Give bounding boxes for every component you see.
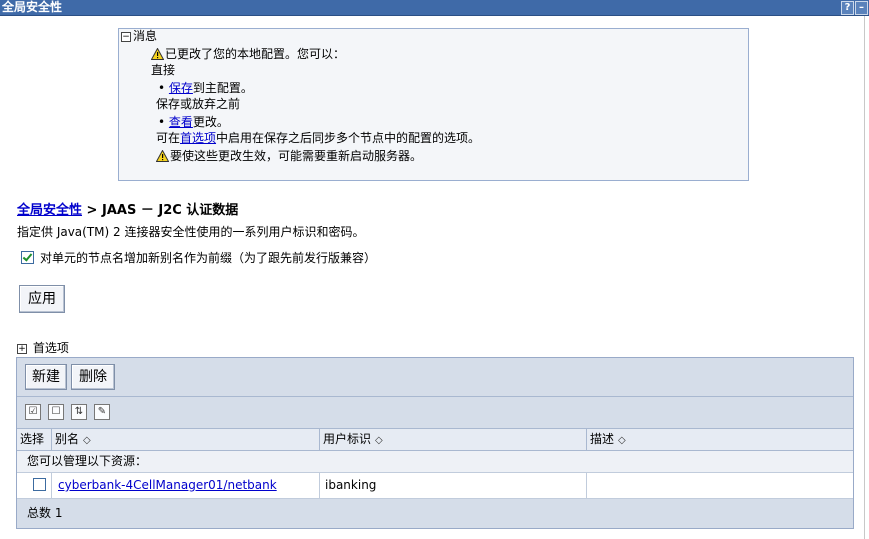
message-line2: 直接 (151, 63, 176, 77)
column-description[interactable]: 描述 ◇ (587, 429, 853, 450)
message-line-changed: 已更改了您的本地配置。您可以： (151, 46, 345, 63)
delete-button[interactable]: 删除 (71, 364, 115, 390)
review-link[interactable]: 查看 (169, 115, 193, 129)
restart-text: 要使这些更改生效，可能需要重新启动服务器。 (170, 149, 423, 163)
message-save-item: • 保存到主配置。 (158, 80, 253, 97)
breadcrumb: 全局安全性 > JAAS － J2C 认证数据 (17, 199, 238, 218)
select-all-icon[interactable]: ☑ (25, 404, 41, 420)
preferences-label: 首选项 (32, 341, 69, 355)
filter-icon[interactable]: ⇅ (71, 404, 87, 420)
preferences-toggle[interactable]: + 首选项 (17, 339, 69, 356)
minimize-button[interactable]: – (855, 1, 868, 15)
pref-prefix: 可在 (156, 131, 181, 145)
column-select: 选择 (17, 429, 52, 450)
alias-cell: cyberbank-4CellManager01/netbank (52, 473, 320, 498)
column-user-id[interactable]: 用户标识 ◇ (320, 429, 587, 450)
new-button[interactable]: 新建 (25, 364, 67, 390)
total-label: 总数 (27, 506, 52, 520)
expand-icon[interactable]: + (17, 344, 27, 354)
help-button[interactable]: ? (841, 1, 854, 15)
bullet: • (158, 115, 169, 129)
column-alias-label: 别名 (55, 432, 80, 446)
warning-icon (151, 48, 164, 60)
message-review-item: • 查看更改。 (158, 114, 229, 131)
message-header-label: 消息 (133, 29, 158, 43)
row-select-cell (17, 473, 52, 498)
pref-suffix: 中启用在保存之后同步多个节点中的配置的选项。 (216, 131, 481, 145)
row-checkbox[interactable] (33, 478, 46, 491)
table-header: 选择 别名 ◇ 用户标识 ◇ 描述 ◇ (17, 429, 853, 451)
message-box: − 消息 已更改了您的本地配置。您可以： 直接 • 保存到主配置。 保存或放弃之前… (118, 28, 749, 181)
right-border (864, 16, 865, 539)
action-toolbar: 新建 删除 (17, 358, 853, 397)
sort-icon[interactable]: ◇ (375, 435, 383, 446)
page-description: 指定供 Java(TM) 2 连接器安全性使用的一系列用户标识和密码。 (17, 225, 365, 239)
column-description-label: 描述 (590, 432, 615, 446)
save-link[interactable]: 保存 (169, 81, 193, 95)
breadcrumb-global-security-link[interactable]: 全局安全性 (17, 203, 82, 218)
review-suffix: 更改。 (192, 115, 229, 129)
prefix-checkbox-label: 对单元的节点名增加新别名作为前缀（为了跟先前发行版兼容） (40, 251, 377, 265)
prefix-checkbox-row[interactable]: 对单元的节点名增加新别名作为前缀（为了跟先前发行版兼容） (21, 249, 376, 266)
apply-button[interactable]: 应用 (19, 285, 65, 313)
message-restart-line: 要使这些更改生效，可能需要重新启动服务器。 (156, 148, 422, 165)
breadcrumb-current: JAAS － J2C 认证数据 (101, 203, 239, 218)
filter-settings-icon[interactable]: ✎ (94, 404, 110, 420)
prefix-checkbox[interactable] (21, 251, 34, 264)
title-bar: 全局安全性 ? – (0, 0, 869, 16)
table-row: cyberbank-4CellManager01/netbank ibankin… (17, 473, 853, 499)
warning-icon (156, 150, 169, 162)
bullet: • (158, 81, 169, 95)
alias-table: 新建 删除 ☑ ☐ ⇅ ✎ 选择 别名 ◇ 用户标识 ◇ 描述 ◇ 您可以管理以下资源… (16, 357, 854, 529)
deselect-all-icon[interactable]: ☐ (48, 404, 64, 420)
table-total-row: 总数 1 (17, 499, 853, 528)
breadcrumb-separator: > (86, 203, 98, 218)
description-cell (587, 473, 853, 498)
column-user-id-label: 用户标识 (323, 432, 372, 446)
icon-toolbar: ☑ ☐ ⇅ ✎ (17, 397, 853, 429)
message-header[interactable]: − 消息 (121, 28, 157, 45)
table-info-text: 您可以管理以下资源： (27, 454, 148, 468)
alias-link[interactable]: cyberbank-4CellManager01/netbank (58, 478, 277, 492)
collapse-icon[interactable]: − (121, 32, 131, 42)
message-preferences-line: 可在首选项中启用在保存之后同步多个节点中的配置的选项。 (156, 130, 480, 147)
message-line4: 保存或放弃之前 (156, 97, 241, 111)
message-line1: 已更改了您的本地配置。您可以： (165, 47, 346, 61)
sort-icon[interactable]: ◇ (618, 435, 626, 446)
window-title: 全局安全性 (2, 0, 63, 14)
preferences-link[interactable]: 首选项 (180, 131, 216, 145)
user-id-cell: ibanking (320, 473, 587, 498)
save-suffix: 到主配置。 (192, 81, 253, 95)
sort-icon[interactable]: ◇ (83, 435, 91, 446)
total-count: 1 (54, 506, 63, 520)
table-info-row: 您可以管理以下资源： (17, 451, 853, 473)
column-alias[interactable]: 别名 ◇ (52, 429, 320, 450)
